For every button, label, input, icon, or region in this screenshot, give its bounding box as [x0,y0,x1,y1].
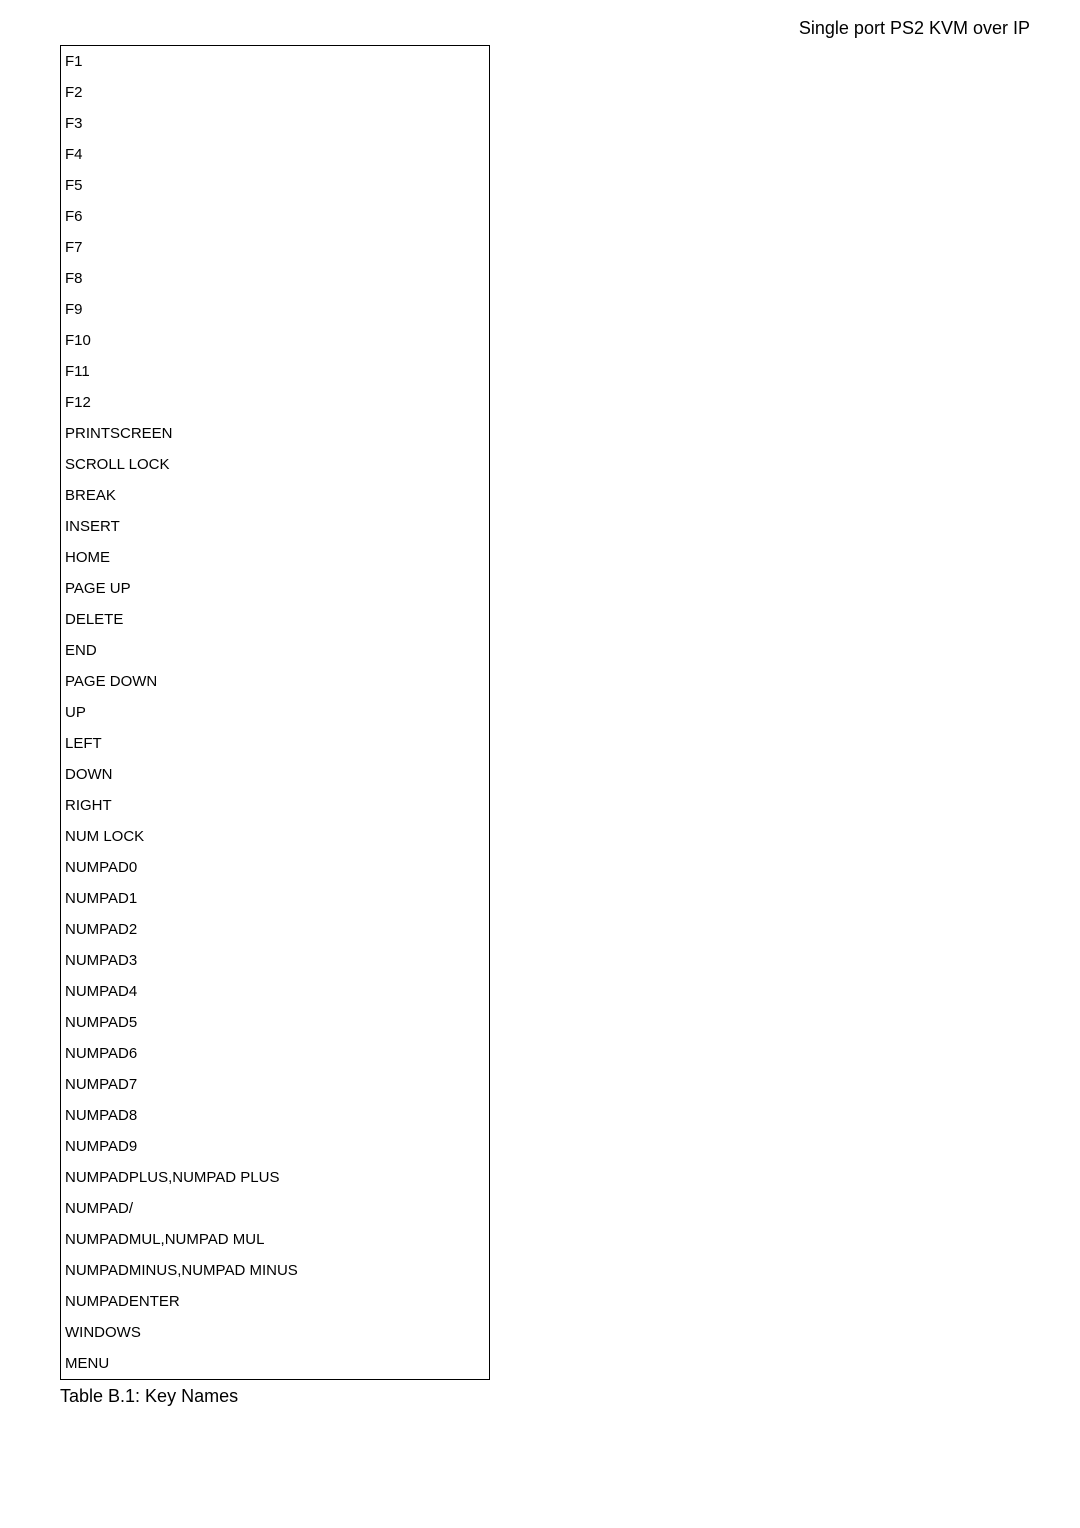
key-cell: UP [61,697,490,728]
table-row: F9 [61,294,490,325]
key-cell: NUMPAD7 [61,1069,490,1100]
key-cell: NUMPADPLUS,NUMPAD PLUS [61,1162,490,1193]
key-names-tbody: F1 F2 F3 F4 F5 F6 F7 F8 F9 F10 F11 F12 P… [61,46,490,1380]
table-row: LEFT [61,728,490,759]
key-cell: F11 [61,356,490,387]
table-row: F11 [61,356,490,387]
key-cell: SCROLL LOCK [61,449,490,480]
table-caption: Table B.1: Key Names [60,1386,1030,1407]
table-row: NUMPADMINUS,NUMPAD MINUS [61,1255,490,1286]
table-row: NUMPAD9 [61,1131,490,1162]
key-cell: NUMPAD6 [61,1038,490,1069]
key-cell: DELETE [61,604,490,635]
table-row: NUMPAD/ [61,1193,490,1224]
table-row: NUMPAD6 [61,1038,490,1069]
table-row: F5 [61,170,490,201]
table-row: UP [61,697,490,728]
table-row: NUMPAD3 [61,945,490,976]
key-cell: NUMPAD5 [61,1007,490,1038]
table-row: END [61,635,490,666]
key-cell: NUMPAD3 [61,945,490,976]
table-row: NUMPADPLUS,NUMPAD PLUS [61,1162,490,1193]
key-cell: PAGE UP [61,573,490,604]
key-cell: F3 [61,108,490,139]
table-row: F6 [61,201,490,232]
table-row: F4 [61,139,490,170]
table-row: MENU [61,1348,490,1380]
table-row: NUMPADMUL,NUMPAD MUL [61,1224,490,1255]
key-cell: F12 [61,387,490,418]
key-cell: WINDOWS [61,1317,490,1348]
key-cell: HOME [61,542,490,573]
table-row: NUMPAD0 [61,852,490,883]
key-cell: NUMPAD2 [61,914,490,945]
key-cell: NUMPADMUL,NUMPAD MUL [61,1224,490,1255]
table-row: F10 [61,325,490,356]
table-row: INSERT [61,511,490,542]
table-row: BREAK [61,480,490,511]
table-row: NUMPADENTER [61,1286,490,1317]
key-cell: NUM LOCK [61,821,490,852]
key-cell: NUMPAD/ [61,1193,490,1224]
table-row: F1 [61,46,490,78]
key-cell: F10 [61,325,490,356]
key-cell: NUMPAD9 [61,1131,490,1162]
table-row: PAGE DOWN [61,666,490,697]
table-row: F7 [61,232,490,263]
table-row: NUMPAD7 [61,1069,490,1100]
table-row: PAGE UP [61,573,490,604]
table-row: DELETE [61,604,490,635]
table-row: F12 [61,387,490,418]
table-row: NUMPAD2 [61,914,490,945]
key-cell: NUMPADMINUS,NUMPAD MINUS [61,1255,490,1286]
table-row: RIGHT [61,790,490,821]
key-cell: F2 [61,77,490,108]
table-row: F3 [61,108,490,139]
key-cell: DOWN [61,759,490,790]
table-row: DOWN [61,759,490,790]
table-row: HOME [61,542,490,573]
key-names-table: F1 F2 F3 F4 F5 F6 F7 F8 F9 F10 F11 F12 P… [60,45,490,1380]
key-cell: RIGHT [61,790,490,821]
key-cell: NUMPAD8 [61,1100,490,1131]
key-cell: NUMPAD4 [61,976,490,1007]
table-row: WINDOWS [61,1317,490,1348]
key-cell: NUMPADENTER [61,1286,490,1317]
key-cell: F7 [61,232,490,263]
key-cell: F6 [61,201,490,232]
table-row: NUM LOCK [61,821,490,852]
table-row: NUMPAD8 [61,1100,490,1131]
key-cell: END [61,635,490,666]
table-row: SCROLL LOCK [61,449,490,480]
key-cell: INSERT [61,511,490,542]
table-row: F2 [61,77,490,108]
table-row: F8 [61,263,490,294]
table-row: NUMPAD5 [61,1007,490,1038]
key-cell: MENU [61,1348,490,1380]
table-row: NUMPAD4 [61,976,490,1007]
key-cell: LEFT [61,728,490,759]
table-row: PRINTSCREEN [61,418,490,449]
key-cell: F1 [61,46,490,78]
key-cell: F9 [61,294,490,325]
key-cell: NUMPAD1 [61,883,490,914]
key-cell: NUMPAD0 [61,852,490,883]
key-cell: F8 [61,263,490,294]
key-cell: PRINTSCREEN [61,418,490,449]
key-cell: F4 [61,139,490,170]
key-cell: BREAK [61,480,490,511]
key-cell: F5 [61,170,490,201]
page-header: Single port PS2 KVM over IP [799,18,1030,39]
key-cell: PAGE DOWN [61,666,490,697]
table-row: NUMPAD1 [61,883,490,914]
